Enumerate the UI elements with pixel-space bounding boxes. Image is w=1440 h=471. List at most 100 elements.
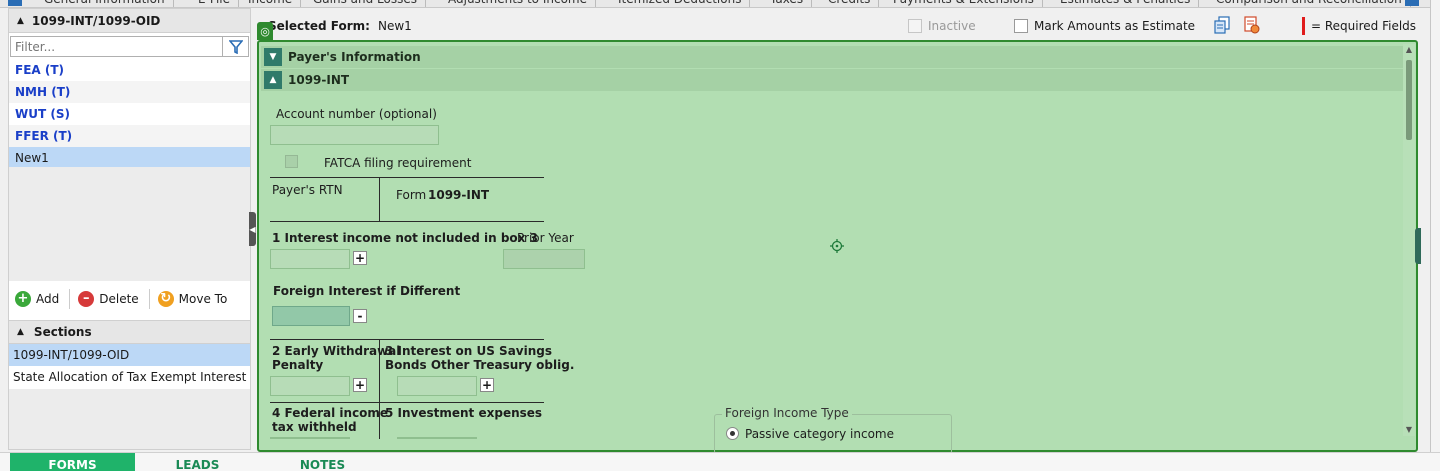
estimate-checkbox[interactable] [1014,19,1028,33]
int-section-bar[interactable]: ▲ 1099-INT [261,69,1406,91]
inactive-checkbox[interactable] [908,19,922,33]
collapse-panel-handle[interactable]: ◀ [249,212,256,246]
form-toolbar: Selected Form: New1 Inactive Mark Amount… [256,12,1436,40]
tab-gains-and-losses[interactable]: Gains and Losses [305,0,427,7]
side-panel-tab[interactable] [1415,228,1421,264]
tab-comparison[interactable]: Comparison and Reconciliation [1208,0,1411,7]
form-list: FEA (T) NMH (T) WUT (S) FFER (T) New1 [9,59,250,169]
inactive-label: Inactive [928,19,976,33]
scroll-down-icon[interactable]: ▼ [1403,424,1415,436]
filter-input[interactable] [11,37,222,56]
list-actions: + Add – Delete ↻ Move To [9,285,250,313]
chevron-up-icon[interactable]: ▲ [17,16,24,26]
passive-radio[interactable] [726,427,739,440]
list-item[interactable]: FEA (T) [9,59,250,81]
form-prefix-label: Form [396,188,427,202]
passive-label: Passive category income [745,427,894,441]
foreign-income-type-label: Foreign Income Type [722,406,852,420]
plus-icon[interactable]: + [353,251,367,265]
list-item[interactable]: WUT (S) [9,103,250,125]
form-settings-icon[interactable] [1244,16,1260,34]
form-copy-icon[interactable] [1214,16,1230,34]
tab-adjustments[interactable]: Adjustments to Income [440,0,596,7]
forms-header[interactable]: ▲ 1099-INT/1099-OID [9,9,250,33]
scroll-thumb[interactable] [1406,60,1412,140]
filter-box [10,36,249,57]
window-right-edge [1430,0,1440,471]
box4-input[interactable] [270,437,350,439]
tab-itemized-deductions[interactable]: Itemized Deductions [610,0,751,7]
tab-taxes[interactable]: Taxes [762,0,813,7]
form-name-label: 1099-INT [428,188,490,202]
payer-section-title: Payer's Information [288,50,421,64]
section-item[interactable]: State Allocation of Tax Exempt Interest [9,366,250,388]
expand-icon[interactable]: ▼ [264,48,282,66]
account-number-label: Account number (optional) [276,107,437,121]
tab-icon-right [1405,0,1419,6]
box4-label-line2: tax withheld [272,420,357,434]
tab-estimates-penalties[interactable]: Estimates & Penalties [1052,0,1200,7]
fatca-checkbox[interactable] [285,155,298,168]
tab-credits[interactable]: Credits [820,0,880,7]
delete-label: Delete [99,292,139,306]
section-item-selected[interactable]: 1099-INT/1099-OID [9,344,250,366]
tab-e-file[interactable]: E-File [190,0,239,7]
delete-button[interactable]: – Delete [78,291,139,307]
tab-icon [8,0,22,6]
divider [379,177,380,221]
forms-title: 1099-INT/1099-OID [31,13,161,28]
box5-input[interactable] [397,437,477,439]
minus-icon[interactable]: - [353,309,367,323]
sections-title: Sections [33,325,92,339]
payer-section-bar[interactable]: ▼ Payer's Information [261,46,1406,68]
minus-circle-icon: – [78,291,95,307]
list-item[interactable]: NMH (T) [9,81,250,103]
tab-income[interactable]: Income [240,0,302,7]
box2-label-line1: 2 Early Withdrawal [272,344,401,358]
int-section-title: 1099-INT [288,73,350,87]
box5-label: 5 Investment expenses [385,406,543,420]
tab-notes[interactable]: NOTES [260,453,385,471]
account-number-field[interactable] [270,125,439,145]
estimate-checkbox-group[interactable]: Mark Amounts as Estimate [1014,19,1195,33]
tab-leads[interactable]: LEADS [135,453,260,471]
top-tab-strip: General Information E-File Income Gains … [0,0,1440,8]
sections-list: 1099-INT/1099-OID State Allocation of Ta… [9,344,250,388]
box2-input[interactable] [270,376,350,396]
list-item-selected[interactable]: New1 [9,147,250,169]
tab-general-information[interactable]: General Information [36,0,174,7]
required-label: = Required Fields [1311,19,1417,33]
tab-payments-extensions[interactable]: Payments & Extensions [885,0,1043,7]
add-label: Add [36,292,60,306]
chevron-up-icon[interactable]: ▲ [17,327,24,337]
form-target-icon: ◎ [257,22,273,40]
divider [270,339,544,340]
sections-header[interactable]: ▲ Sections [9,320,250,344]
collapse-icon[interactable]: ▲ [264,71,282,89]
inactive-checkbox-group[interactable]: Inactive [908,19,976,33]
divider [148,289,150,309]
box3-input[interactable] [397,376,477,396]
tab-forms[interactable]: FORMS [10,453,135,471]
plus-icon[interactable]: + [353,378,367,392]
estimate-label: Mark Amounts as Estimate [1034,19,1196,33]
foreign-interest-input[interactable] [272,306,350,326]
scroll-up-icon[interactable]: ▲ [1403,44,1415,56]
bottom-tab-bar: FORMS LEADS NOTES [0,452,1440,471]
selected-form-value: New1 [377,19,412,33]
divider [270,402,544,403]
box1-label: 1 Interest income not included in box 3 [272,231,538,245]
list-empty-area [9,167,250,281]
prior-year-field [503,249,585,269]
prior-year-label: Prior Year [517,231,574,245]
list-item[interactable]: FFER (T) [9,125,250,147]
selected-form-label: Selected Form: [268,19,370,33]
plus-icon[interactable]: + [480,378,494,392]
move-to-label: Move To [178,292,228,306]
divider [69,289,71,309]
form-scrollbar[interactable]: ▲ ▼ [1403,44,1415,436]
box1-input[interactable] [270,249,350,269]
filter-icon[interactable] [222,37,248,56]
move-to-button[interactable]: ↻ Move To [157,291,228,307]
add-button[interactable]: + Add [15,291,59,307]
